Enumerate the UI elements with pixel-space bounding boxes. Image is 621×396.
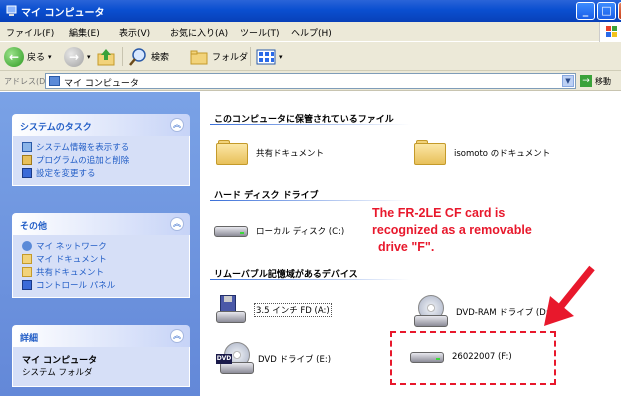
place-shared-documents[interactable]: 共有ドキュメント (13, 265, 189, 278)
place-label: マイ ネットワーク (36, 241, 107, 252)
menu-bar: ファイル(F) 編集(E) 表示(V) お気に入り(A) ツール(T) ヘルプ(… (0, 22, 621, 42)
menu-view[interactable]: 表示(V) (119, 26, 150, 39)
folders-label: フォルダ (212, 53, 249, 63)
place-label: マイ ドキュメント (36, 254, 107, 265)
details-type: システム フォルダ (22, 368, 93, 378)
item-label: isomoto のドキュメント (454, 149, 551, 159)
folders-icon (190, 50, 208, 64)
my-documents-icon (22, 253, 32, 264)
annotation-line-1: The FR-2LE CF card is (372, 206, 506, 220)
folders-button[interactable]: フォルダ (189, 45, 248, 68)
drive-local-disk-c[interactable]: ローカル ディスク (C:) (214, 222, 344, 240)
back-button[interactable]: ← 戻る ▾ (4, 45, 52, 68)
annotation-highlight-box (390, 331, 556, 385)
window-title: マイ コンピュータ (21, 8, 105, 19)
annotation-line-2: recognized as a removable (372, 223, 532, 237)
my-computer-icon (6, 5, 17, 16)
drive-dvd-ram-d[interactable]: DVD-RAM ドライブ (D:) (414, 295, 552, 329)
network-icon (22, 240, 32, 251)
windows-logo-icon (599, 22, 621, 42)
maximize-button[interactable]: □ (597, 2, 616, 20)
task-label: システム情報を表示する (36, 142, 130, 153)
item-label: 共有ドキュメント (256, 149, 325, 159)
back-label: 戻る (27, 53, 46, 63)
address-input[interactable]: マイ コンピュータ ▼ (45, 73, 576, 89)
dvd-ram-drive-icon (414, 295, 450, 329)
place-label: 共有ドキュメント (36, 267, 105, 278)
my-computer-icon (49, 76, 60, 86)
collapse-chevron-icon[interactable]: ︽ (170, 217, 184, 231)
go-label[interactable]: 移動 (595, 76, 611, 87)
search-label: 検索 (151, 53, 170, 63)
search-icon (129, 47, 146, 66)
task-change-settings[interactable]: 設定を変更する (13, 166, 189, 179)
place-label: コントロール パネル (36, 280, 116, 291)
title-bar: マイ コンピュータ _ □ (0, 0, 621, 22)
place-control-panel[interactable]: コントロール パネル (13, 278, 189, 291)
drive-floppy-a[interactable]: 3.5 インチ FD (A:) (216, 295, 332, 325)
address-value: マイ コンピュータ (64, 79, 139, 89)
menu-tools[interactable]: ツール(T) (240, 26, 280, 39)
item-label: DVD ドライブ (E:) (258, 355, 332, 365)
system-tasks-header[interactable]: システムのタスク ︽ (12, 114, 190, 136)
place-my-network[interactable]: マイ ネットワーク (13, 239, 189, 252)
item-label: 3.5 インチ FD (A:) (254, 303, 332, 317)
back-arrow-icon: ← (4, 46, 24, 67)
address-bar: アドレス(D) マイ コンピュータ ▼ → 移動 (0, 71, 621, 91)
menu-favorites[interactable]: お気に入り(A) (170, 26, 228, 39)
drive-dvd-e[interactable]: DVD DVD ドライブ (E:) (216, 342, 331, 376)
go-arrow-icon[interactable]: → (580, 75, 592, 87)
dvd-drive-icon: DVD (216, 342, 254, 376)
address-dropdown-icon[interactable]: ▼ (562, 75, 574, 87)
menu-edit[interactable]: 編集(E) (69, 26, 100, 39)
details-panel: 詳細 ︽ マイ コンピュータ システム フォルダ (12, 325, 190, 387)
collapse-chevron-icon[interactable]: ︽ (170, 329, 184, 343)
forward-arrow-icon: → (64, 46, 84, 67)
folder-isomoto-documents[interactable]: isomoto のドキュメント (414, 140, 550, 166)
search-button[interactable]: 検索 (128, 45, 169, 68)
other-places-panel: その他 ︽ マイ ネットワーク マイ ドキュメント 共有ドキュメント コントロー… (12, 213, 190, 298)
item-label: ローカル ディスク (C:) (256, 227, 345, 237)
annotation-line-3: drive "F". (378, 240, 435, 254)
floppy-drive-icon (216, 295, 248, 325)
views-icon (256, 49, 276, 64)
menu-help[interactable]: ヘルプ(H) (291, 26, 332, 39)
programs-icon (22, 154, 32, 165)
annotation-text: The FR-2LE CF card is recognized as a re… (372, 205, 621, 256)
minimize-button[interactable]: _ (576, 2, 595, 20)
place-my-documents[interactable]: マイ ドキュメント (13, 252, 189, 265)
task-add-remove-programs[interactable]: プログラムの追加と削除 (13, 153, 189, 166)
system-tasks-panel: システムのタスク ︽ システム情報を表示する プログラムの追加と削除 設定を変更… (12, 114, 190, 186)
system-info-icon (22, 141, 32, 152)
other-places-header[interactable]: その他 ︽ (12, 213, 190, 235)
folder-shared-documents[interactable]: 共有ドキュメント (216, 140, 324, 166)
details-name: マイ コンピュータ (22, 356, 98, 366)
details-header[interactable]: 詳細 ︽ (12, 325, 190, 347)
address-label: アドレス(D) (4, 77, 49, 86)
task-label: 設定を変更する (36, 168, 96, 179)
task-label: プログラムの追加と削除 (36, 155, 130, 166)
task-pane: システムのタスク ︽ システム情報を表示する プログラムの追加と削除 設定を変更… (0, 92, 200, 396)
item-label: DVD-RAM ドライブ (D:) (456, 308, 552, 318)
up-folder-icon (97, 48, 115, 65)
menu-file[interactable]: ファイル(F) (6, 26, 54, 39)
shared-documents-icon (22, 266, 32, 277)
toolbar: ← 戻る ▾ → ▾ 検索 フォルダ ▾ (0, 42, 621, 71)
folder-icon (216, 140, 250, 166)
other-places-title: その他 (20, 222, 48, 232)
collapse-chevron-icon[interactable]: ︽ (170, 118, 184, 132)
control-panel-icon (22, 167, 32, 178)
control-panel-icon (22, 279, 32, 290)
annotation-arrow-icon (544, 265, 595, 326)
details-title: 詳細 (20, 334, 39, 344)
views-button[interactable]: ▾ (256, 45, 283, 68)
task-view-system-info[interactable]: システム情報を表示する (13, 140, 189, 153)
forward-button[interactable]: → ▾ (64, 45, 91, 68)
hard-disk-icon (214, 222, 250, 240)
folder-icon (414, 140, 448, 166)
up-folder-button[interactable] (96, 45, 116, 68)
system-tasks-title: システムのタスク (20, 123, 92, 133)
